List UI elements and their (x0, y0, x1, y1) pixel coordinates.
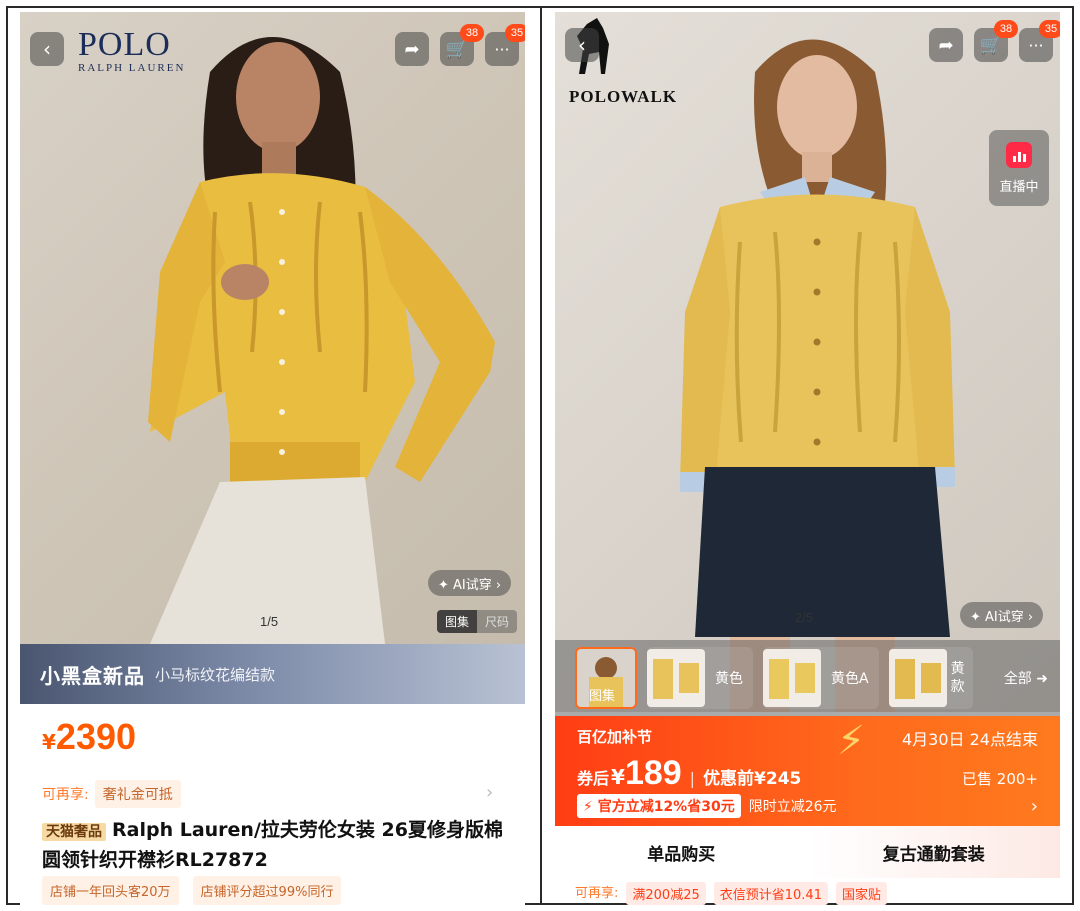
image-counter: 2/5 (795, 610, 814, 625)
share-button[interactable]: ➦ (395, 32, 429, 66)
tmall-luxury-tag: 天猫奢品 (42, 823, 106, 841)
price-section: ¥ 2390 可再享: 奢礼金可抵 › 天猫奢品 Ralph Lauren/拉夫劳… (20, 704, 525, 905)
coupon-tag: 国家贴 (835, 882, 887, 905)
benefit-label: 可再享: (42, 787, 89, 803)
variant-image: 图集 (577, 649, 635, 707)
chevron-circle-icon: ➜ (1036, 671, 1048, 687)
model-illustration (148, 37, 495, 644)
back-button[interactable]: ‹ (565, 28, 599, 62)
separator: | (689, 769, 696, 788)
cart-button[interactable]: 🛒 38 (440, 24, 484, 66)
cart-button[interactable]: 🛒 38 (974, 20, 1018, 62)
shop-tag: 店铺一年回头客20万 (42, 876, 179, 905)
tab-single-item[interactable]: 单品购买 (555, 826, 808, 878)
size-tab[interactable]: 尺码 (477, 610, 517, 633)
ai-tryon-button[interactable]: ✦ AI试穿 › (428, 570, 512, 596)
view-toggle: 图集 尺码 (437, 610, 518, 633)
coupon-price: 券后 ¥ 189 | 优惠前¥245 (577, 754, 801, 793)
variant-label: 黄色A (831, 671, 869, 687)
discount-row: ⚡ 官方立减12%省30元 限时立减26元 (577, 794, 837, 818)
chevron-right-icon[interactable]: › (1031, 796, 1038, 817)
banner-subtitle: 小马标纹花编结款 (155, 665, 276, 684)
share-icon: ➦ (938, 34, 954, 56)
product-photo[interactable]: ‹ POLO RALPH LAUREN ➦ 🛒 38 ··· 35 ✦ AI试穿… (20, 12, 525, 644)
currency-symbol: ¥ (42, 730, 56, 754)
product-title-text: Ralph Lauren/拉夫劳伦女装 26夏修身版棉圆领针织开襟衫RL2787… (42, 819, 503, 871)
cart-badge: 38 (994, 20, 1018, 38)
sold-count: 已售 200+ (962, 770, 1038, 788)
variant-thumb-yellow-style[interactable]: 黄款 (888, 647, 973, 709)
official-discount-tag: ⚡ 官方立减12%省30元 (577, 794, 741, 818)
shop-tags: 店铺一年回头客20万 店铺评分超过99%同行 (42, 876, 342, 905)
variant-thumb-gallery[interactable]: 图集 (575, 647, 637, 709)
ai-tryon-label: ✦ AI试穿 › (438, 577, 502, 593)
before-discount-price: 优惠前¥245 (703, 769, 802, 789)
coupon-tag: 衣信预计省10.41 (713, 882, 828, 905)
shop-tag: 店铺评分超过99%同行 (192, 876, 342, 905)
promo-banner[interactable]: 百亿加补节 ⚡ 4月30日 24点结束 券后 ¥ 189 | 优惠前¥245 已… (555, 716, 1060, 826)
message-badge: 35 (1039, 20, 1060, 38)
share-button[interactable]: ➦ (929, 28, 963, 62)
after-coupon-price: 189 (624, 754, 682, 792)
live-label: 直播中 (999, 179, 1039, 195)
all-label: 全部 (1003, 671, 1032, 687)
cart-icon: 🛒 (445, 38, 469, 60)
share-icon: ➦ (404, 38, 420, 60)
coupon-tag: 满200减25 (626, 882, 706, 905)
variant-label: 图集 (589, 689, 616, 704)
brand-name: POLO (78, 26, 171, 63)
ai-tryon-button[interactable]: ✦ AI试穿 › (960, 602, 1044, 628)
live-stream-button[interactable]: 直播中 (989, 130, 1049, 206)
coupon-row[interactable]: 可再享: 满200减25 衣信预计省10.41 国家贴 (575, 882, 887, 905)
product-title: 天猫奢品 Ralph Lauren/拉夫劳伦女装 26夏修身版棉圆领针织开襟衫RL… (42, 816, 512, 874)
coupon-label: 可再享: (575, 886, 619, 901)
all-variants-button[interactable]: 全部 ➜ (1004, 668, 1060, 688)
promo-end-time: 4月30日 24点结束 (902, 730, 1038, 749)
brand-name: POLOWALK (569, 87, 678, 106)
more-icon: ··· (494, 39, 510, 59)
extra-benefit-row[interactable]: 可再享: 奢礼金可抵 (42, 780, 181, 808)
gallery-tab[interactable]: 图集 (437, 610, 478, 633)
variant-image (888, 649, 947, 707)
variant-strip: 图集 黄色 黄色A 黄款 全部 ➜ (555, 640, 1060, 716)
banner-title: 小黑盒新品 (40, 663, 145, 688)
more-icon: ··· (1028, 35, 1044, 55)
variant-thumb-yellow-a[interactable]: 黄色A (763, 647, 879, 709)
variant-image (763, 649, 821, 707)
live-icon (1006, 141, 1032, 168)
price: ¥ 2390 (42, 716, 136, 758)
purchase-tabs: 单品购买 复古通勤套装 (555, 826, 1060, 878)
product-photo[interactable]: POLOWALK ‹ ➦ 🛒 38 ··· 35 直播中 2/5 ✦ AI试穿 … (555, 12, 1060, 712)
benefit-tag: 奢礼金可抵 (94, 780, 181, 808)
variant-label: 黄色 (715, 671, 743, 687)
brand-subname: RALPH LAUREN (78, 62, 186, 74)
variant-thumb-yellow[interactable]: 黄色 (647, 647, 753, 709)
chevron-left-icon: ‹ (578, 33, 586, 57)
left-product-page: ‹ POLO RALPH LAUREN ➦ 🛒 38 ··· 35 ✦ AI试穿… (20, 12, 525, 905)
more-button[interactable]: ··· 35 (485, 24, 525, 66)
back-button[interactable]: ‹ (30, 32, 64, 66)
tab-outfit-set[interactable]: 复古通勤套装 (807, 826, 1060, 878)
price-value: 2390 (55, 716, 137, 757)
chevron-left-icon: ‹ (43, 37, 51, 61)
cart-badge: 38 (460, 24, 484, 42)
brand-logo: POLO RALPH LAUREN (78, 26, 186, 75)
new-arrival-banner[interactable]: 小黑盒新品 小马标纹花编结款 (20, 644, 525, 704)
currency-symbol: ¥ (611, 765, 625, 789)
variant-image (647, 649, 705, 707)
right-product-page: POLOWALK ‹ ➦ 🛒 38 ··· 35 直播中 2/5 ✦ AI试穿 … (555, 12, 1060, 905)
limited-discount-text: 限时立减26元 (748, 799, 837, 815)
image-counter: 1/5 (260, 614, 279, 629)
lightning-icon: ⚡ (837, 718, 866, 764)
cart-icon: 🛒 (979, 34, 1003, 56)
ai-tryon-label: ✦ AI试穿 › (970, 609, 1034, 625)
after-coupon-label: 券后 (577, 769, 610, 788)
chevron-right-icon[interactable]: › (486, 782, 493, 803)
more-button[interactable]: ··· 35 (1019, 20, 1060, 62)
variant-label: 黄款 (950, 661, 965, 695)
festival-label: 百亿加补节 (577, 728, 653, 746)
message-badge: 35 (505, 24, 525, 42)
panel-divider (540, 6, 542, 905)
